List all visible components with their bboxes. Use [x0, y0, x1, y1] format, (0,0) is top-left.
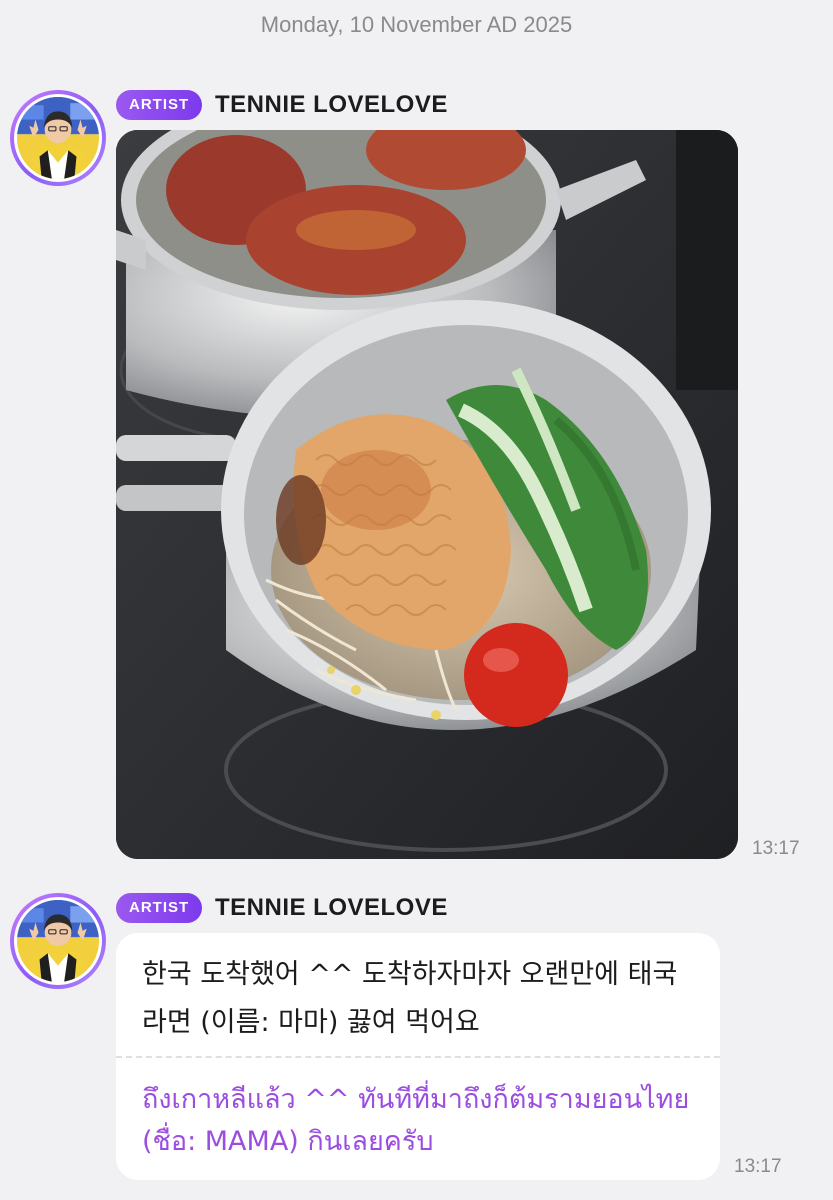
sender-name[interactable]: TENNIE LOVELOVE: [215, 91, 448, 119]
artist-badge: ARTIST: [116, 893, 203, 923]
sender-name[interactable]: TENNIE LOVELOVE: [215, 894, 448, 922]
artist-avatar[interactable]: [10, 90, 106, 186]
artist-avatar[interactable]: [10, 893, 106, 989]
message-text-translation: ถึงเกาหลีแล้ว ^^ ทันทีที่มาถึงก็ต้มรามยอ…: [142, 1084, 690, 1157]
ramen-pot-photo[interactable]: [116, 130, 738, 859]
date-header: Monday, 10 November AD 2025: [260, 12, 573, 37]
avatar-photo: [14, 897, 102, 985]
message-time: 13:17: [734, 1156, 782, 1177]
artist-badge: ARTIST: [116, 90, 203, 120]
message-bubble[interactable]: 한국 도착했어 ^^ 도착하자마자 오랜만에 태국 라면 (이름: 마마) 끓여…: [116, 933, 720, 1180]
translation-divider: [116, 1056, 720, 1058]
message-time: 13:17: [752, 838, 800, 859]
avatar-photo: [14, 94, 102, 182]
message-text-korean: 한국 도착했어 ^^ 도착하자마자 오랜만에 태국 라면 (이름: 마마) 끓여…: [142, 959, 678, 1038]
